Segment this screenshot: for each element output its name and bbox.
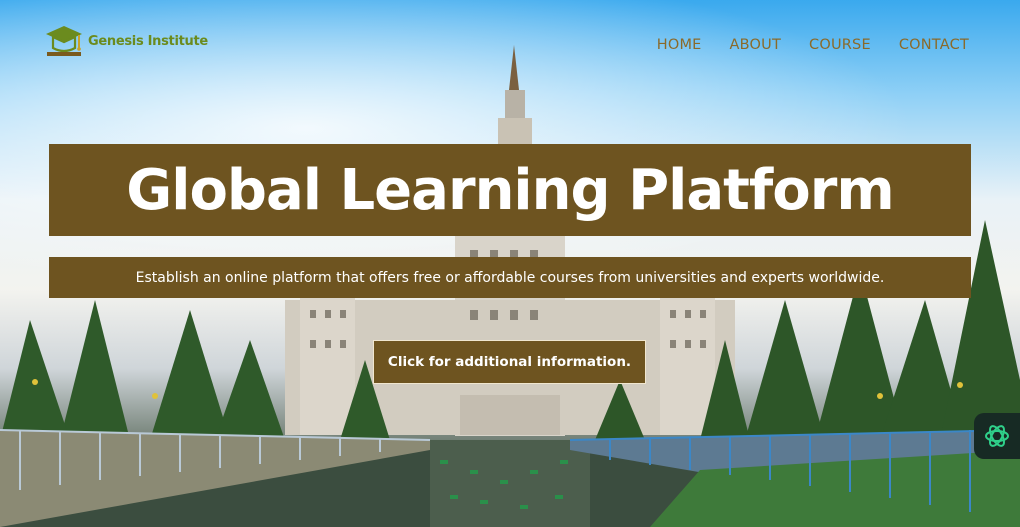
- nav-course-link[interactable]: COURSE: [809, 37, 871, 53]
- main-nav: HOME ABOUT COURSE CONTACT: [657, 37, 969, 53]
- brand-name: Genesis Institute: [88, 33, 208, 49]
- nav-home-link[interactable]: HOME: [657, 37, 702, 53]
- nav-about-link[interactable]: ABOUT: [730, 37, 782, 53]
- openai-logo-icon: [985, 425, 1009, 447]
- nav-contact-link[interactable]: CONTACT: [899, 37, 969, 53]
- hero-subtitle-box: Establish an online platform that offers…: [49, 257, 971, 298]
- hero-section: Genesis Institute HOME ABOUT COURSE CONT…: [0, 0, 1020, 527]
- hero-subtitle: Establish an online platform that offers…: [135, 269, 885, 286]
- hero-title-box: Global Learning Platform: [49, 144, 971, 236]
- more-info-button[interactable]: Click for additional information.: [373, 340, 646, 384]
- chat-widget-button[interactable]: [974, 413, 1020, 459]
- hero-title: Global Learning Platform: [126, 157, 894, 223]
- brand-logo[interactable]: Genesis Institute: [44, 22, 208, 60]
- graduation-cap-icon: [46, 26, 82, 56]
